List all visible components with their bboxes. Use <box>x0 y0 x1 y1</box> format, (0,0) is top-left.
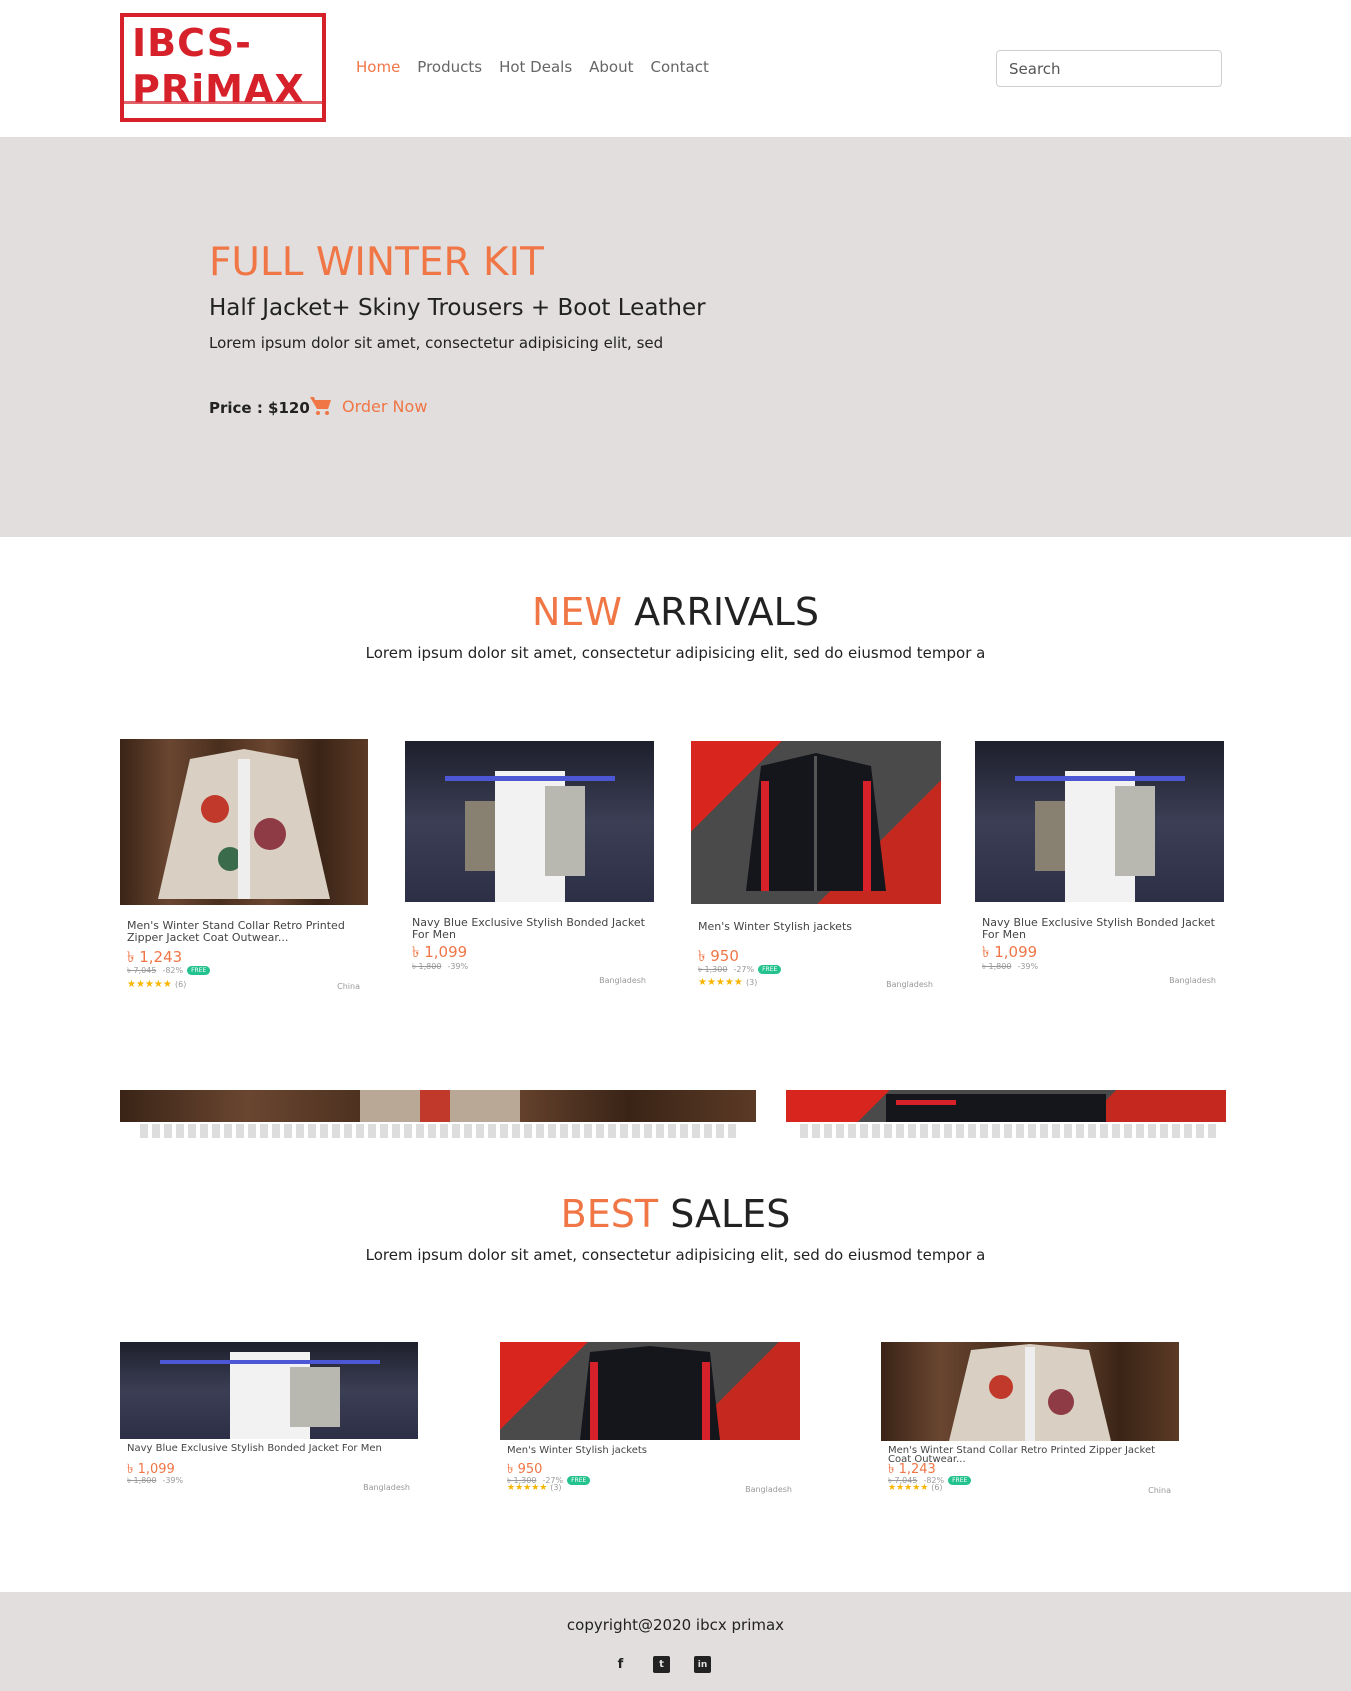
best-sales-description: Lorem ipsum dolor sit amet, consectetur … <box>365 1246 986 1264</box>
product-name[interactable]: Navy Blue Exclusive Stylish Bonded Jacke… <box>412 917 654 941</box>
best-sales-title-rest: SALES <box>670 1192 791 1236</box>
product-old-price: ৳ 1,800 -39% <box>412 962 469 971</box>
product-image[interactable] <box>500 1342 800 1440</box>
product-old-price: ৳ 7,045 -82% FREE <box>127 965 211 978</box>
logo-line1: IBCS- <box>132 21 252 65</box>
hero-description: Lorem ipsum dolor sit amet, consectetur … <box>209 334 664 352</box>
product-rating: ★★★★★ (3) <box>698 977 758 988</box>
product-rating: ★★★★★ (3) <box>507 1483 562 1493</box>
product-name[interactable]: Navy Blue Exclusive Stylish Bonded Jacke… <box>127 1444 382 1454</box>
product-origin: Bangladesh <box>886 980 933 989</box>
nav-about[interactable]: About <box>589 58 633 76</box>
hero-banner <box>0 137 1351 537</box>
product-origin: Bangladesh <box>745 1485 792 1494</box>
nav-hot-deals[interactable]: Hot Deals <box>499 58 572 76</box>
product-image[interactable] <box>975 741 1224 902</box>
twitter-icon[interactable]: t <box>653 1656 670 1673</box>
main-nav: Home Products Hot Deals About Contact <box>356 58 726 76</box>
social-links: f t in <box>612 1656 711 1673</box>
free-badge: FREE <box>948 1476 972 1485</box>
product-old-price: ৳ 1,800 -39% <box>982 962 1039 971</box>
product-name[interactable]: Men's Winter Stylish jackets <box>507 1446 647 1456</box>
logo-underline <box>124 101 322 104</box>
search-input[interactable] <box>996 50 1222 87</box>
carousel-slide-strip[interactable] <box>120 1090 756 1122</box>
product-image[interactable] <box>120 739 368 905</box>
logo-line2: PRiMAX <box>132 67 305 111</box>
carousel-strip-text <box>800 1124 1220 1138</box>
product-image[interactable] <box>405 741 654 902</box>
product-origin: Bangladesh <box>1169 976 1216 985</box>
hero-title: FULL WINTER KIT <box>209 240 544 285</box>
product-old-price: ৳ 1,800 -39% <box>127 1476 184 1485</box>
product-card[interactable]: Men's Winter Stylish jackets ৳ 950 ৳ 1,3… <box>691 741 941 996</box>
product-card[interactable]: Men's Winter Stylish jackets ৳ 950 ৳ 1,3… <box>500 1342 800 1497</box>
product-old-price: ৳ 1,300 -27% FREE <box>698 964 782 977</box>
nav-products[interactable]: Products <box>417 58 482 76</box>
product-card[interactable]: Navy Blue Exclusive Stylish Bonded Jacke… <box>405 741 654 985</box>
facebook-icon[interactable]: f <box>612 1656 629 1673</box>
order-now-button[interactable]: Order Now <box>310 396 427 416</box>
brand-logo[interactable]: IBCS- PRiMAX <box>120 13 326 122</box>
new-arrivals-title-accent: NEW <box>532 590 623 634</box>
new-arrivals-title-rest: ARRIVALS <box>634 590 819 634</box>
best-sales-title-accent: BEST <box>560 1192 659 1236</box>
product-image[interactable] <box>691 741 941 904</box>
new-arrivals-title: NEW ARRIVALS <box>0 590 1351 634</box>
product-image[interactable] <box>120 1342 418 1439</box>
product-rating: ★★★★★ (6) <box>888 1483 943 1493</box>
hero-price: Price : $120 <box>209 399 310 417</box>
product-card[interactable]: Navy Blue Exclusive Stylish Bonded Jacke… <box>120 1342 418 1497</box>
product-card[interactable]: Men's Winter Stand Collar Retro Printed … <box>881 1342 1179 1497</box>
new-arrivals-description: Lorem ipsum dolor sit amet, consectetur … <box>365 644 986 662</box>
free-badge: FREE <box>758 965 782 974</box>
carousel-slide-strip[interactable] <box>786 1090 1226 1122</box>
free-badge: FREE <box>567 1476 591 1485</box>
cart-icon <box>310 397 331 415</box>
nav-home[interactable]: Home <box>356 58 400 76</box>
order-now-label: Order Now <box>342 396 428 416</box>
product-origin: China <box>1148 1486 1171 1495</box>
nav-contact[interactable]: Contact <box>651 58 709 76</box>
product-rating: ★★★★★ (6) <box>127 979 187 990</box>
hero-subtitle: Half Jacket+ Skiny Trousers + Boot Leath… <box>209 295 706 321</box>
product-name[interactable]: Men's Winter Stylish jackets <box>698 921 852 933</box>
linkedin-icon[interactable]: in <box>694 1656 711 1673</box>
product-name[interactable]: Navy Blue Exclusive Stylish Bonded Jacke… <box>982 917 1224 941</box>
product-origin: Bangladesh <box>599 976 646 985</box>
carousel-strip-text <box>140 1124 740 1138</box>
copyright-text: copyright@2020 ibcx primax <box>566 1616 785 1634</box>
product-origin: China <box>337 982 360 991</box>
product-origin: Bangladesh <box>363 1483 410 1492</box>
product-card[interactable]: Men's Winter Stand Collar Retro Printed … <box>120 739 368 994</box>
footer <box>0 1592 1351 1691</box>
best-sales-title: BEST SALES <box>0 1192 1351 1236</box>
product-image[interactable] <box>881 1342 1179 1441</box>
free-badge: FREE <box>187 966 211 975</box>
product-name[interactable]: Men's Winter Stand Collar Retro Printed … <box>127 920 368 944</box>
product-card[interactable]: Navy Blue Exclusive Stylish Bonded Jacke… <box>975 741 1224 985</box>
